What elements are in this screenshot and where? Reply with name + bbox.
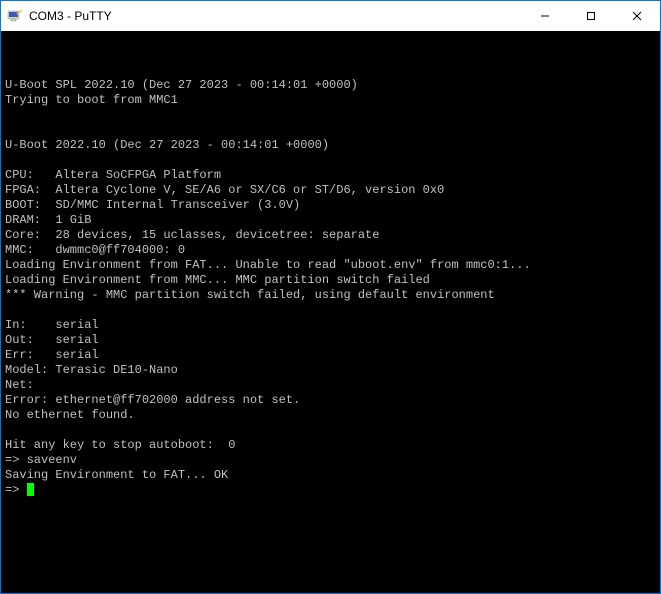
terminal-line: Out: serial: [5, 333, 656, 348]
window-controls: [522, 1, 660, 31]
app-icon: [7, 8, 23, 24]
terminal-line: U-Boot SPL 2022.10 (Dec 27 2023 - 00:14:…: [5, 78, 656, 93]
terminal-line: No ethernet found.: [5, 408, 656, 423]
putty-window: COM3 - PuTTY U-Boot SPL 2022.10 (Dec 27 …: [0, 0, 661, 594]
terminal-line: [5, 123, 656, 138]
titlebar[interactable]: COM3 - PuTTY: [1, 1, 660, 31]
terminal-prompt-line: =>: [5, 483, 656, 498]
terminal-line: CPU: Altera SoCFPGA Platform: [5, 168, 656, 183]
terminal-line: [5, 303, 656, 318]
terminal-line: Loading Environment from MMC... MMC part…: [5, 273, 656, 288]
terminal-line: Hit any key to stop autoboot: 0: [5, 438, 656, 453]
terminal-line: [5, 153, 656, 168]
terminal-line: Loading Environment from FAT... Unable t…: [5, 258, 656, 273]
terminal-line: MMC: dwmmc0@ff704000: 0: [5, 243, 656, 258]
minimize-button[interactable]: [522, 1, 568, 31]
terminal-line: => saveenv: [5, 453, 656, 468]
maximize-button[interactable]: [568, 1, 614, 31]
terminal-line: Error: ethernet@ff702000 address not set…: [5, 393, 656, 408]
terminal-line: Net:: [5, 378, 656, 393]
terminal-line: BOOT: SD/MMC Internal Transceiver (3.0V): [5, 198, 656, 213]
terminal-line: Model: Terasic DE10-Nano: [5, 363, 656, 378]
terminal-line: Trying to boot from MMC1: [5, 93, 656, 108]
terminal-line: Saving Environment to FAT... OK: [5, 468, 656, 483]
terminal-line: *** Warning - MMC partition switch faile…: [5, 288, 656, 303]
terminal-line: Err: serial: [5, 348, 656, 363]
terminal-line: DRAM: 1 GiB: [5, 213, 656, 228]
terminal-line: [5, 63, 656, 78]
terminal-line: [5, 108, 656, 123]
terminal-line: In: serial: [5, 318, 656, 333]
terminal-line: Core: 28 devices, 15 uclasses, devicetre…: [5, 228, 656, 243]
window-title: COM3 - PuTTY: [29, 9, 112, 23]
terminal-line: FPGA: Altera Cyclone V, SE/A6 or SX/C6 o…: [5, 183, 656, 198]
cursor: [27, 483, 34, 496]
close-button[interactable]: [614, 1, 660, 31]
terminal-area[interactable]: U-Boot SPL 2022.10 (Dec 27 2023 - 00:14:…: [1, 31, 660, 593]
prompt: =>: [5, 483, 27, 497]
terminal-line: [5, 423, 656, 438]
terminal-line: U-Boot 2022.10 (Dec 27 2023 - 00:14:01 +…: [5, 138, 656, 153]
